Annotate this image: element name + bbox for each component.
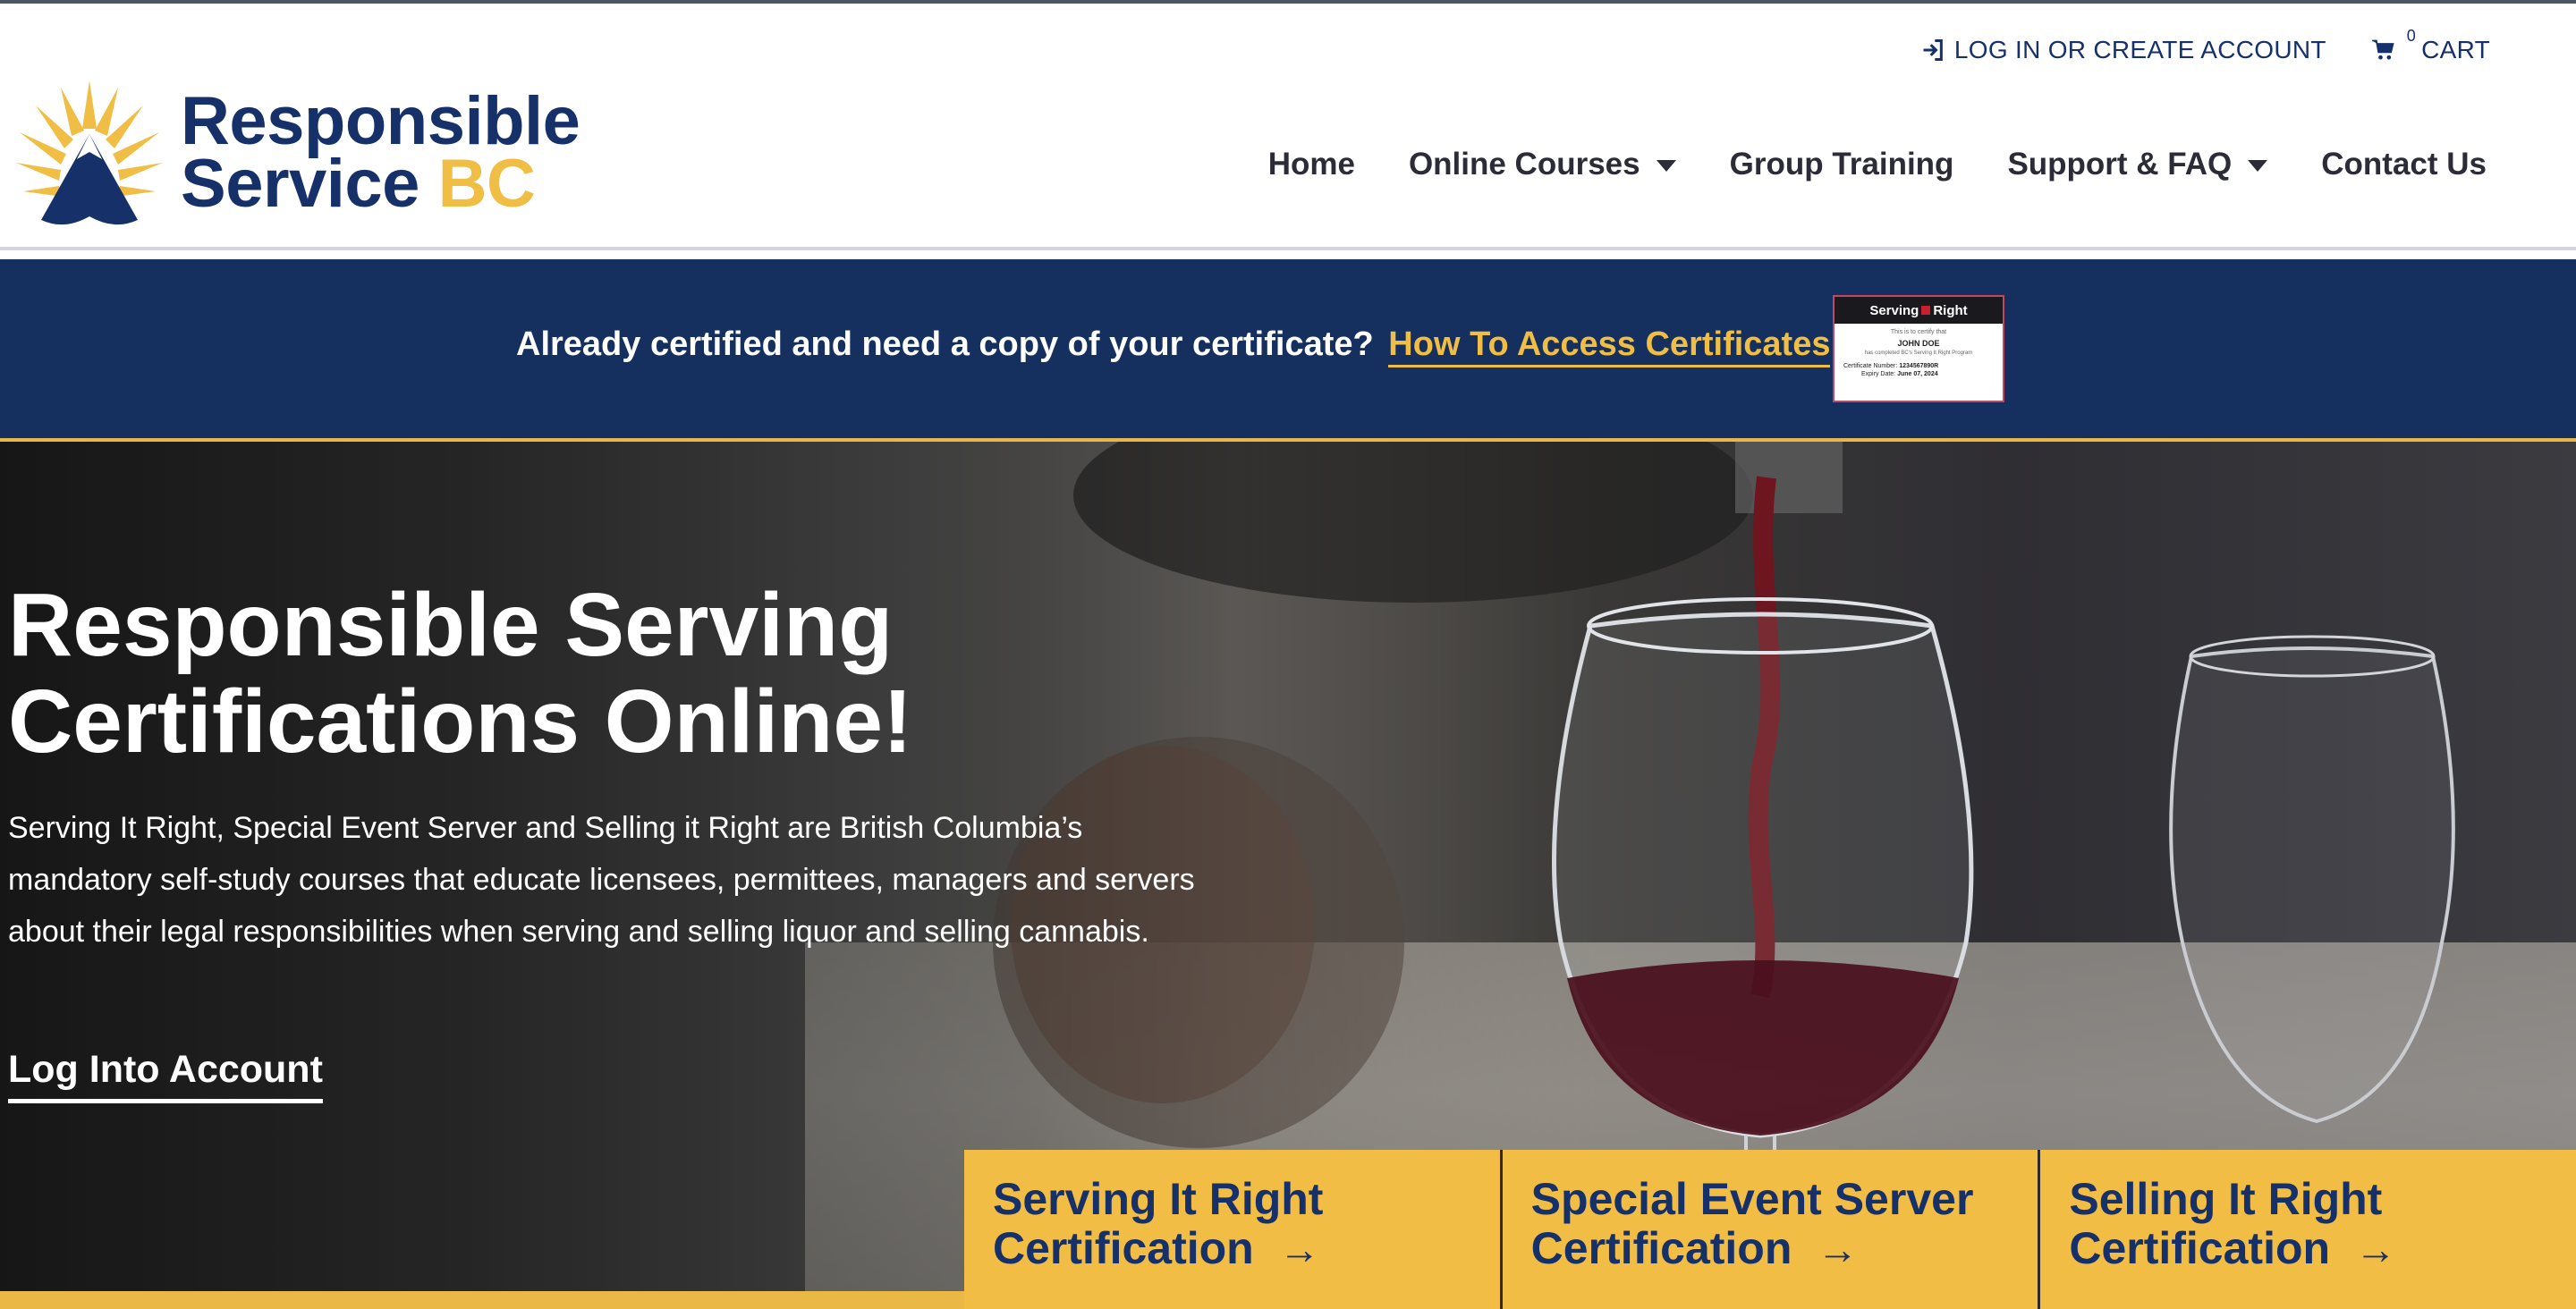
bottom-accent-strip xyxy=(0,1291,964,1309)
nav-support-faq[interactable]: Support & FAQ xyxy=(2007,147,2268,182)
site-logo[interactable]: Responsible Service BC xyxy=(14,77,580,229)
sign-in-icon xyxy=(1923,38,1943,62)
arrow-right-icon: → xyxy=(1817,1226,1859,1272)
login-link[interactable]: LOG IN OR CREATE ACCOUNT xyxy=(1920,36,2326,64)
cert-line-3: has completed BC's Serving It Right Prog… xyxy=(1864,350,1973,356)
cert-name: JOHN DOE xyxy=(1897,339,1940,348)
cert-expiry: June 07, 2024 xyxy=(1897,371,1938,377)
nav-contact-us[interactable]: Contact Us xyxy=(2321,147,2487,182)
certification-cards: Serving It Right Certification → Special E… xyxy=(964,1150,2576,1309)
cart-icon xyxy=(2371,39,2394,60)
cart-link[interactable]: 0 CART xyxy=(2371,27,2490,64)
card-title-line-2: Certification xyxy=(993,1223,1254,1273)
card-title-line-1: Selling It Right xyxy=(2069,1174,2383,1224)
nav-home[interactable]: Home xyxy=(1268,147,1355,182)
card-title-line-2: Certification xyxy=(1530,1223,1792,1273)
caret-down-icon xyxy=(1656,159,1676,172)
card-title-line-2: Certification xyxy=(2069,1223,2331,1273)
cert-flag-icon xyxy=(1921,306,1931,315)
header-divider xyxy=(0,247,2576,250)
brand-accent: BC xyxy=(437,146,536,222)
hero-title: Responsible Serving Certifications Onlin… xyxy=(8,575,913,772)
cert-title-b: Right xyxy=(1933,302,1968,318)
access-certificates-link[interactable]: How To Access Certificates xyxy=(1388,325,1831,367)
card-special-event-server[interactable]: Special Event Server Certification → xyxy=(1499,1150,2038,1309)
cert-number: 1234567890R xyxy=(1899,363,1939,369)
banner-message: Already certified and need a copy of you… xyxy=(516,325,1831,367)
brand-line-2: Service xyxy=(181,146,419,222)
login-label: LOG IN OR CREATE ACCOUNT xyxy=(1953,36,2326,63)
nav-group-training[interactable]: Group Training xyxy=(1730,147,1954,182)
banner-text: Already certified and need a copy of you… xyxy=(516,325,1374,363)
cart-label: CART xyxy=(2421,36,2490,63)
cert-number-label: Certificate Number: xyxy=(1843,363,1898,369)
cert-line-1: This is to certify that xyxy=(1890,329,1947,335)
card-title-line-1: Serving It Right xyxy=(993,1174,1324,1224)
main-nav: Home Online Courses Group Training Suppo… xyxy=(1268,147,2487,182)
cert-expiry-label: Expiry Date: xyxy=(1861,371,1896,377)
logo-mountain-sun-icon xyxy=(16,80,163,225)
hero-description: Serving It Right, Special Event Server a… xyxy=(8,811,1195,949)
utility-nav: LOG IN OR CREATE ACCOUNT 0 CART xyxy=(1920,27,2490,64)
card-serving-it-right[interactable]: Serving It Right Certification → xyxy=(964,1150,1500,1309)
cert-title: Serving xyxy=(1869,302,1919,318)
arrow-right-icon: → xyxy=(2355,1226,2397,1272)
card-selling-it-right[interactable]: Selling It Right Certification → xyxy=(2038,1150,2576,1309)
cart-count: 0 xyxy=(2406,26,2417,45)
log-into-account-link[interactable]: Log Into Account xyxy=(8,1048,323,1103)
caret-down-icon xyxy=(2248,159,2268,172)
card-title-line-1: Special Event Server xyxy=(1530,1174,1974,1224)
certificate-thumbnail: Serving Right This is to certify that JO… xyxy=(1833,295,2004,402)
brand-line-1: Responsible xyxy=(181,83,580,160)
arrow-right-icon: → xyxy=(1278,1226,1320,1272)
site-header: Responsible Service BC LOG IN OR CREATE … xyxy=(0,4,2576,249)
nav-online-courses[interactable]: Online Courses xyxy=(1409,147,1676,182)
